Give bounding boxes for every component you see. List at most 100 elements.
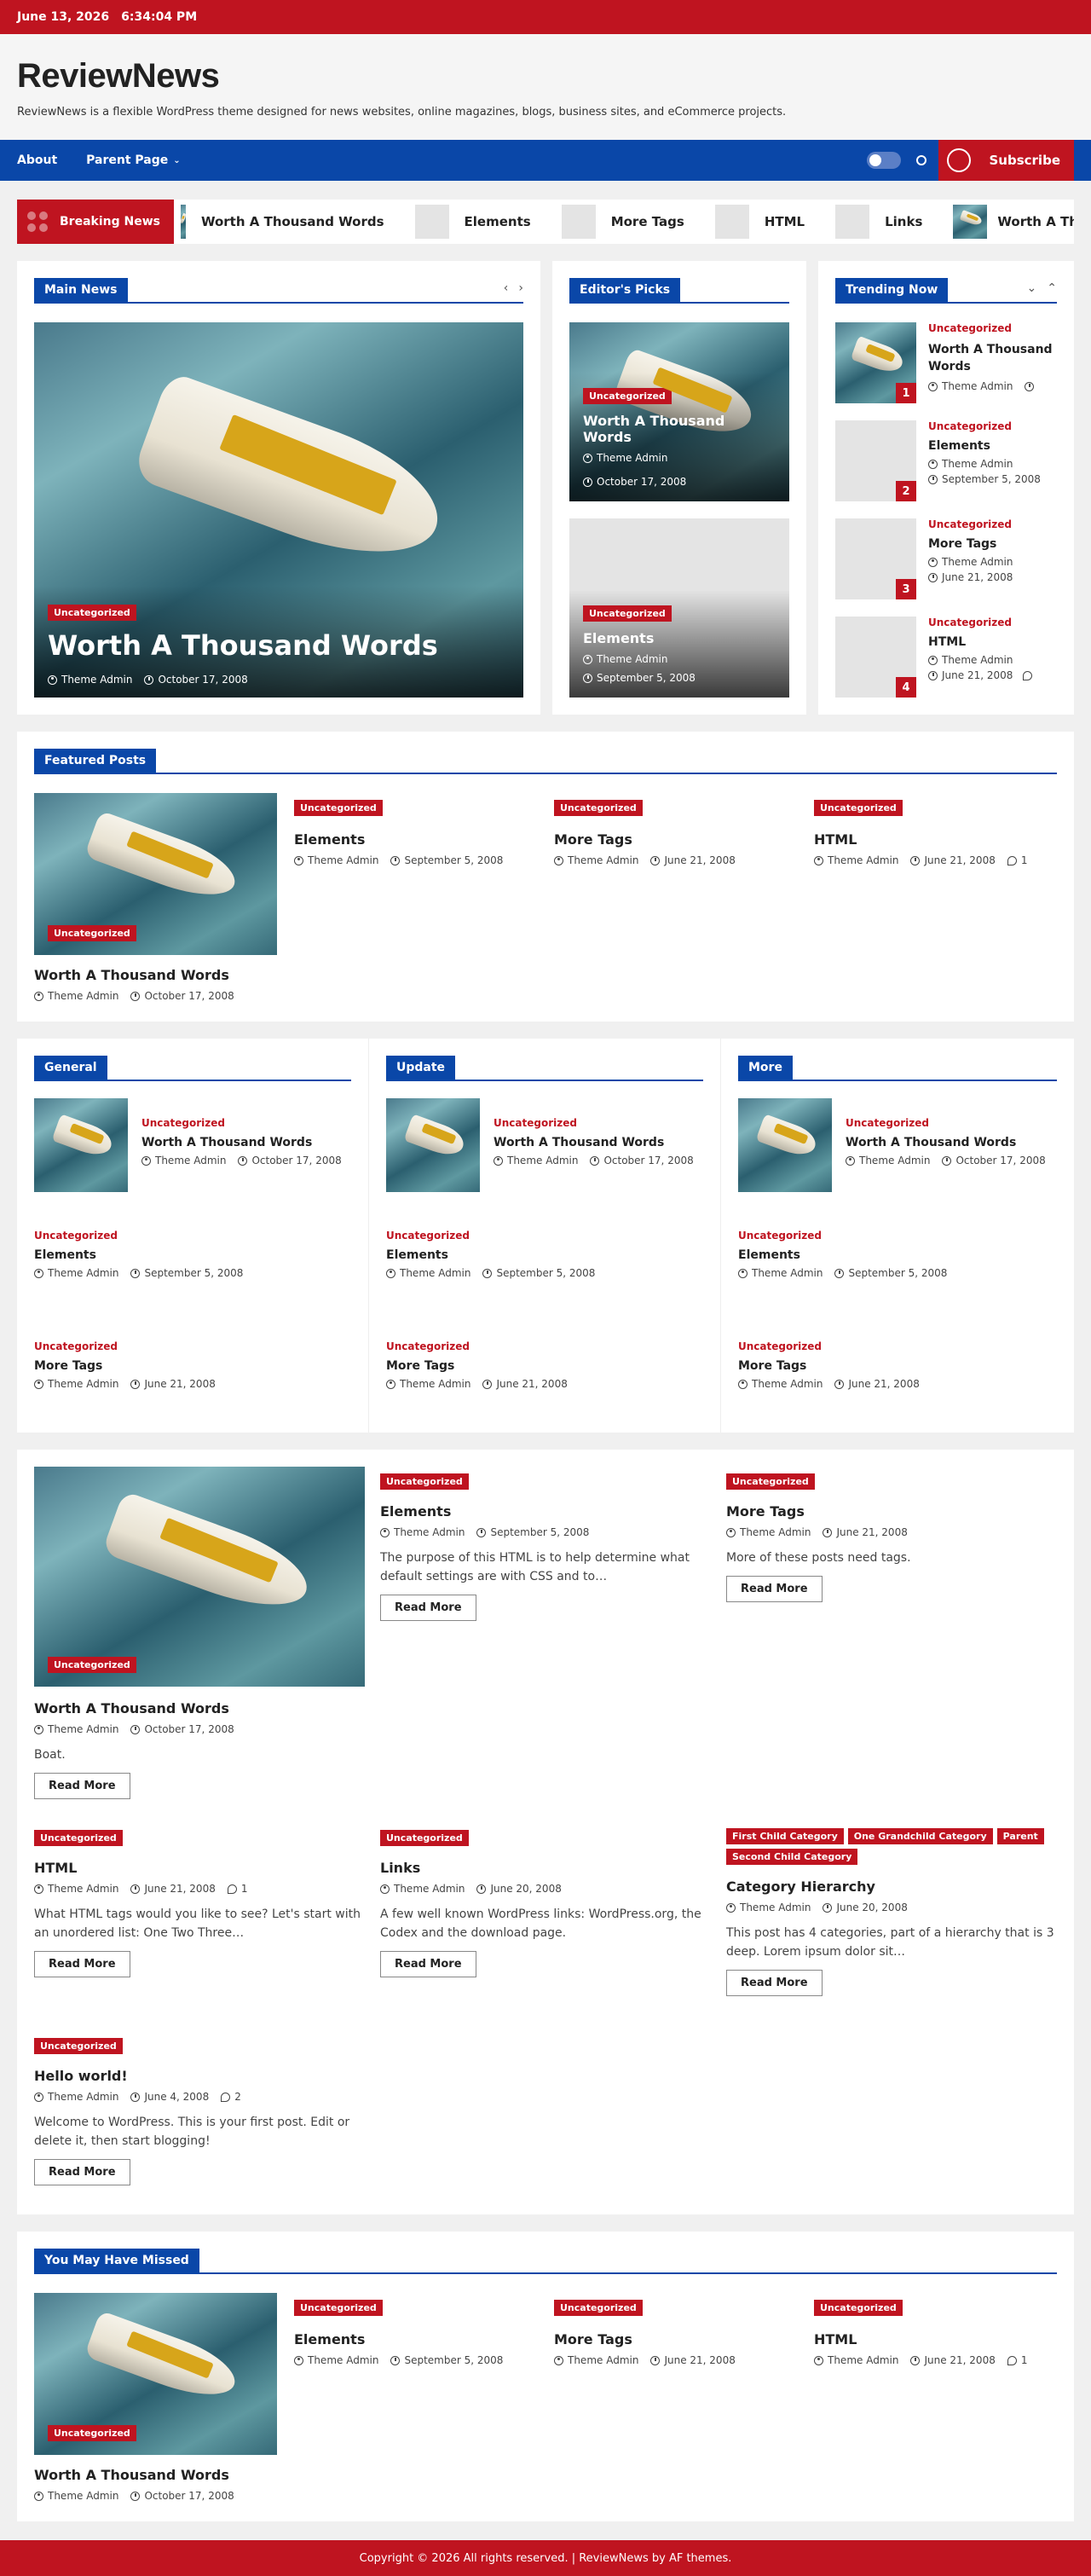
post-author[interactable]: Theme Admin xyxy=(34,1723,118,1735)
column-post[interactable]: Uncategorized Elements Theme Admin Septem… xyxy=(738,1230,1057,1303)
post-author[interactable]: Theme Admin xyxy=(583,452,667,464)
post-author[interactable]: Theme Admin xyxy=(294,2354,378,2366)
post-title[interactable]: Elements xyxy=(386,1248,703,1262)
column-post[interactable]: Uncategorized Worth A Thousand Words The… xyxy=(386,1098,703,1192)
category-badge[interactable]: Uncategorized xyxy=(554,2300,643,2316)
post-title[interactable]: More Tags xyxy=(34,1359,351,1373)
read-more-button[interactable]: Read More xyxy=(34,1773,130,1799)
category-badge[interactable]: Second Child Category xyxy=(726,1849,858,1865)
post-title[interactable]: Elements xyxy=(738,1248,1057,1262)
post-title[interactable]: Worth A Thousand Words xyxy=(141,1136,342,1149)
post-title[interactable]: Category Hierarchy xyxy=(726,1878,1057,1895)
post-author[interactable]: Theme Admin xyxy=(726,1902,811,1913)
post-title[interactable]: More Tags xyxy=(738,1359,1057,1373)
ticker-item[interactable]: Worth A Thousand Words xyxy=(953,205,1074,239)
post-author[interactable]: Theme Admin xyxy=(380,1883,465,1895)
post-author[interactable]: Theme Admin xyxy=(554,2354,638,2366)
post-author[interactable]: Theme Admin xyxy=(386,1378,470,1390)
post-title[interactable]: More Tags xyxy=(726,1503,1057,1520)
category-badge[interactable]: One Grandchild Category xyxy=(847,1828,993,1844)
ticker-item[interactable]: Links xyxy=(835,205,922,239)
comment-count[interactable]: 1 xyxy=(227,1883,247,1895)
search-icon[interactable] xyxy=(915,155,926,165)
nav-item-about[interactable]: About xyxy=(17,153,57,167)
category-link[interactable]: Uncategorized xyxy=(34,1230,351,1242)
read-more-button[interactable]: Read More xyxy=(380,1595,476,1621)
category-badge[interactable]: Uncategorized xyxy=(814,800,903,816)
column-post[interactable]: Uncategorized More Tags Theme Admin June … xyxy=(34,1340,351,1390)
category-badge[interactable]: Uncategorized xyxy=(48,925,136,941)
featured-post[interactable]: Uncategorized Worth A Thousand Words The… xyxy=(34,793,277,1002)
dark-mode-toggle[interactable] xyxy=(866,152,901,169)
ticker-item[interactable]: Worth A Thousand Words xyxy=(180,205,384,239)
category-badge[interactable]: Uncategorized xyxy=(34,1830,123,1846)
main-news-image[interactable]: Uncategorized Worth A Thousand Words The… xyxy=(34,322,523,698)
post-author[interactable]: Theme Admin xyxy=(814,2354,898,2366)
post-title[interactable]: Links xyxy=(380,1860,711,1876)
category-link[interactable]: Uncategorized xyxy=(386,1230,703,1242)
comment-count[interactable] xyxy=(1023,670,1033,680)
post-title[interactable]: HTML xyxy=(814,2331,1057,2347)
post-title[interactable]: More Tags xyxy=(554,2331,797,2347)
post-thumbnail[interactable]: Uncategorized xyxy=(34,1467,365,1687)
category-badge[interactable]: Parent xyxy=(996,1828,1044,1844)
column-post[interactable]: Uncategorized Elements Theme Admin Septem… xyxy=(34,1230,351,1303)
post-author[interactable]: Theme Admin xyxy=(294,854,378,866)
ticker-item[interactable]: HTML xyxy=(714,205,805,239)
category-badge[interactable]: Uncategorized xyxy=(48,605,136,621)
grid-post[interactable]: Uncategorized Elements Theme Admin Septem… xyxy=(380,1472,711,1621)
category-badge[interactable]: Uncategorized xyxy=(34,2038,123,2054)
post-title[interactable]: HTML xyxy=(814,831,1057,848)
comment-count[interactable]: 1 xyxy=(1007,2354,1027,2366)
category-badge[interactable]: Uncategorized xyxy=(583,388,672,404)
post-title[interactable]: More Tags xyxy=(386,1359,703,1373)
chevron-right-icon[interactable]: › xyxy=(518,281,523,295)
grid-post[interactable]: Uncategorized More Tags Theme Admin June … xyxy=(726,1472,1057,1602)
post-title[interactable]: Worth A Thousand Words xyxy=(34,2467,277,2483)
editors-pick-card[interactable]: Uncategorized Elements Theme Admin Septem… xyxy=(569,518,789,698)
category-link[interactable]: Uncategorized xyxy=(34,1340,351,1352)
post-title[interactable]: Elements xyxy=(928,439,1057,453)
category-badge[interactable]: Uncategorized xyxy=(726,1473,815,1490)
trending-thumbnail[interactable]: 4 xyxy=(835,617,916,698)
post-author[interactable]: Theme Admin xyxy=(34,1267,118,1279)
post-title[interactable]: Worth A Thousand Words xyxy=(846,1136,1046,1149)
post-title[interactable]: Worth A Thousand Words xyxy=(494,1136,694,1149)
comment-count[interactable]: 1 xyxy=(1007,854,1027,866)
post-author[interactable]: Theme Admin xyxy=(814,854,898,866)
post-thumbnail[interactable] xyxy=(738,1098,832,1192)
post-title[interactable]: More Tags xyxy=(554,831,797,848)
post-title[interactable]: Worth A Thousand Words xyxy=(928,341,1057,375)
missed-post[interactable]: Uncategorized Worth A Thousand Words The… xyxy=(34,2293,277,2502)
category-link[interactable]: Uncategorized xyxy=(928,322,1057,334)
category-link[interactable]: Uncategorized xyxy=(738,1230,1057,1242)
featured-post[interactable]: Uncategorized HTML Theme Admin June 21, 2… xyxy=(814,793,1057,1002)
category-link[interactable]: Uncategorized xyxy=(928,420,1057,432)
category-badge[interactable]: Uncategorized xyxy=(380,1473,469,1490)
trending-item[interactable]: 4 Uncategorized HTML Theme Admin June 21,… xyxy=(835,617,1057,698)
read-more-button[interactable]: Read More xyxy=(380,1951,476,1977)
category-link[interactable]: Uncategorized xyxy=(494,1117,694,1129)
grid-post[interactable]: First Child Category One Grandchild Cate… xyxy=(726,1828,1057,1996)
post-thumbnail[interactable]: Uncategorized xyxy=(34,2293,277,2455)
post-author[interactable]: Theme Admin xyxy=(34,990,118,1002)
chevron-left-icon[interactable]: ‹ xyxy=(504,281,509,295)
category-badge[interactable]: Uncategorized xyxy=(380,1830,469,1846)
read-more-button[interactable]: Read More xyxy=(34,2159,130,2185)
post-author[interactable]: Theme Admin xyxy=(846,1155,930,1166)
missed-post[interactable]: Uncategorized HTML Theme Admin June 21, 2… xyxy=(814,2293,1057,2502)
category-badge[interactable]: Uncategorized xyxy=(48,2425,136,2441)
post-author[interactable]: Theme Admin xyxy=(738,1378,823,1390)
column-post[interactable]: Uncategorized Elements Theme Admin Septem… xyxy=(386,1230,703,1303)
grid-post[interactable]: Uncategorized Worth A Thousand Words The… xyxy=(34,1467,365,1799)
post-author[interactable]: Theme Admin xyxy=(738,1267,823,1279)
trending-item[interactable]: 2 Uncategorized Elements Theme Admin Sept… xyxy=(835,420,1057,501)
post-title[interactable]: Elements xyxy=(294,831,537,848)
post-title[interactable]: Worth A Thousand Words xyxy=(583,413,776,445)
post-author[interactable]: Theme Admin xyxy=(34,1883,118,1895)
post-author[interactable]: Theme Admin xyxy=(34,1378,118,1390)
post-author[interactable]: Theme Admin xyxy=(380,1526,465,1538)
trending-thumbnail[interactable]: 1 xyxy=(835,322,916,403)
featured-post[interactable]: Uncategorized Elements Theme Admin Septem… xyxy=(294,793,537,1002)
post-author[interactable]: Theme Admin xyxy=(494,1155,578,1166)
